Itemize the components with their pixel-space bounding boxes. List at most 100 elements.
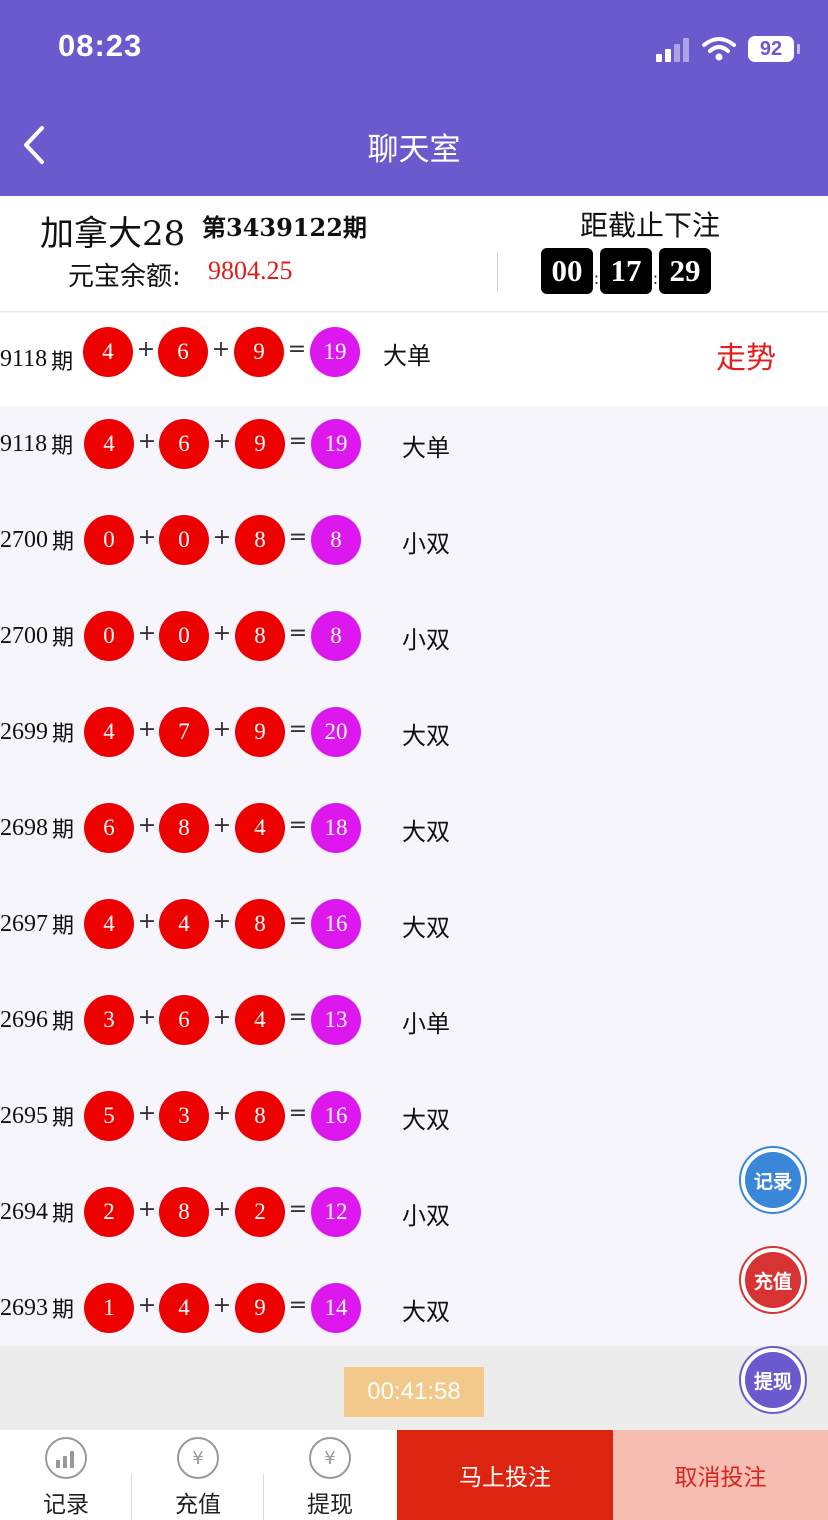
plus-sign: + (137, 1005, 157, 1030)
result-label: 大双 (402, 818, 450, 846)
nav-withdraw-label: 提现 (307, 1492, 353, 1518)
plus-sign: + (137, 1101, 157, 1126)
history-row: 2698 期 6 +8 +4 = 18 大双 (0, 780, 828, 876)
status-icons: 92 (656, 36, 800, 62)
result-label: 小双 (402, 626, 450, 654)
issue-number: 2697 (0, 910, 48, 937)
sum-ball: 20 (311, 707, 361, 757)
ball: 4 (159, 899, 209, 949)
history-row: 2699 期 4 +7 +9 = 20 大双 (0, 684, 828, 780)
history-row: 2694 期 2 +8 +2 = 12 小双 (0, 1164, 828, 1260)
ball: 4 (83, 327, 133, 377)
history-row: 2696 期 3 +6 +4 = 13 小单 (0, 972, 828, 1068)
plus-sign: + (137, 1197, 157, 1222)
history-row: 2697 期 4 +4 +8 = 16 大双 (0, 876, 828, 972)
ball: 8 (235, 515, 285, 565)
game-info-panel: 加拿大28 第3439122期 元宝余额: 9804.25 距截止下注 00 :… (0, 196, 828, 312)
chart-icon (45, 1437, 87, 1479)
ball: 6 (159, 419, 209, 469)
records-fab[interactable]: 记录 (739, 1146, 807, 1214)
plus-sign: + (212, 717, 232, 742)
yuan-icon: ¥ (309, 1437, 351, 1479)
countdown: 00 : 17 : 29 (541, 248, 711, 294)
sum-ball: 18 (311, 803, 361, 853)
issue-number: 2698 (0, 814, 48, 841)
result-label: 大双 (402, 722, 450, 750)
history-row: 2695 期 5 +3 +8 = 16 大双 (0, 1068, 828, 1164)
equals-sign: = (287, 337, 307, 362)
battery-icon: 92 (748, 36, 800, 62)
issue-number: 2700 (0, 526, 48, 553)
ball: 3 (84, 995, 134, 1045)
ball: 9 (234, 327, 284, 377)
records-fab-label: 记录 (745, 1152, 801, 1208)
issue-number: 2694 (0, 1198, 48, 1225)
game-name: 加拿大28 (40, 214, 186, 254)
nav-recharge[interactable]: ¥ 充值 (132, 1430, 264, 1520)
plus-sign: + (212, 1005, 232, 1030)
ball: 5 (84, 1091, 134, 1141)
ball: 0 (159, 515, 209, 565)
bottom-nav: 记录 ¥ 充值 ¥ 提现 马上投注 取消投注 (0, 1430, 828, 1520)
plus-sign: + (212, 909, 232, 934)
latest-result-row: 9118 期 4 + 6 + 9 = 19 大单 走势 (0, 313, 828, 406)
equals-sign: = (288, 717, 308, 742)
plus-sign: + (137, 429, 157, 454)
nav-withdraw[interactable]: ¥ 提现 (264, 1430, 396, 1520)
issue-number: 2696 (0, 1006, 48, 1033)
nav-records[interactable]: 记录 (0, 1430, 132, 1520)
countdown-seconds: 29 (659, 248, 711, 294)
signal-icon (656, 36, 690, 62)
equals-sign: = (288, 1101, 308, 1126)
plus-sign: + (137, 525, 157, 550)
result-label: 小双 (402, 530, 450, 558)
ball: 4 (235, 803, 285, 853)
yuan-icon: ¥ (177, 1437, 219, 1479)
bet-now-button[interactable]: 马上投注 (397, 1430, 613, 1520)
ball: 4 (159, 1283, 209, 1333)
issue-suffix: 期 (52, 530, 75, 555)
result-label: 大双 (402, 914, 450, 942)
ball: 0 (159, 611, 209, 661)
equals-sign: = (288, 621, 308, 646)
ball: 3 (159, 1091, 209, 1141)
issue-suffix: 期 (52, 914, 75, 939)
page-title: 聊天室 (367, 132, 461, 168)
equals-sign: = (288, 1005, 308, 1030)
plus-sign: + (212, 813, 232, 838)
ball: 8 (159, 1187, 209, 1237)
issue-suffix: 期 (51, 434, 74, 459)
equals-sign: = (288, 1197, 308, 1222)
sum-ball: 16 (311, 899, 361, 949)
deadline-label: 距截止下注 (580, 209, 721, 242)
issue-suffix: 期 (52, 1106, 75, 1131)
countdown-minutes: 17 (600, 248, 652, 294)
issue-suffix: 期 (52, 818, 75, 843)
divider (497, 252, 498, 292)
draw-timer: 00:41:58 (344, 1367, 484, 1417)
issue-suffix: 期 (52, 1298, 75, 1323)
history-row: 9118 期 4 +6 +9 = 19 大单 (0, 396, 828, 492)
issue-suffix: 期 (52, 1202, 75, 1227)
sum-ball: 13 (311, 995, 361, 1045)
status-time: 08:23 (58, 28, 143, 63)
ball: 9 (235, 419, 285, 469)
ball: 4 (84, 707, 134, 757)
result-label: 小单 (402, 1010, 450, 1038)
balance-value: 9804.25 (208, 256, 293, 285)
plus-sign: + (137, 1293, 157, 1318)
recharge-fab[interactable]: 充值 (739, 1246, 807, 1314)
trend-link[interactable]: 走势 (716, 333, 776, 377)
withdraw-fab[interactable]: 提现 (739, 1346, 807, 1414)
current-period: 第3439122期 (202, 213, 367, 242)
sum-ball: 19 (310, 327, 360, 377)
result-label: 大单 (402, 434, 450, 462)
issue-number: 2700 (0, 622, 48, 649)
nav-records-label: 记录 (43, 1492, 89, 1518)
cancel-bet-button[interactable]: 取消投注 (613, 1430, 828, 1520)
sum-ball: 8 (311, 515, 361, 565)
result-label: 小双 (402, 1202, 450, 1230)
nav-recharge-label: 充值 (175, 1492, 221, 1518)
result-label: 大双 (402, 1106, 450, 1134)
plus-sign: + (212, 1101, 232, 1126)
